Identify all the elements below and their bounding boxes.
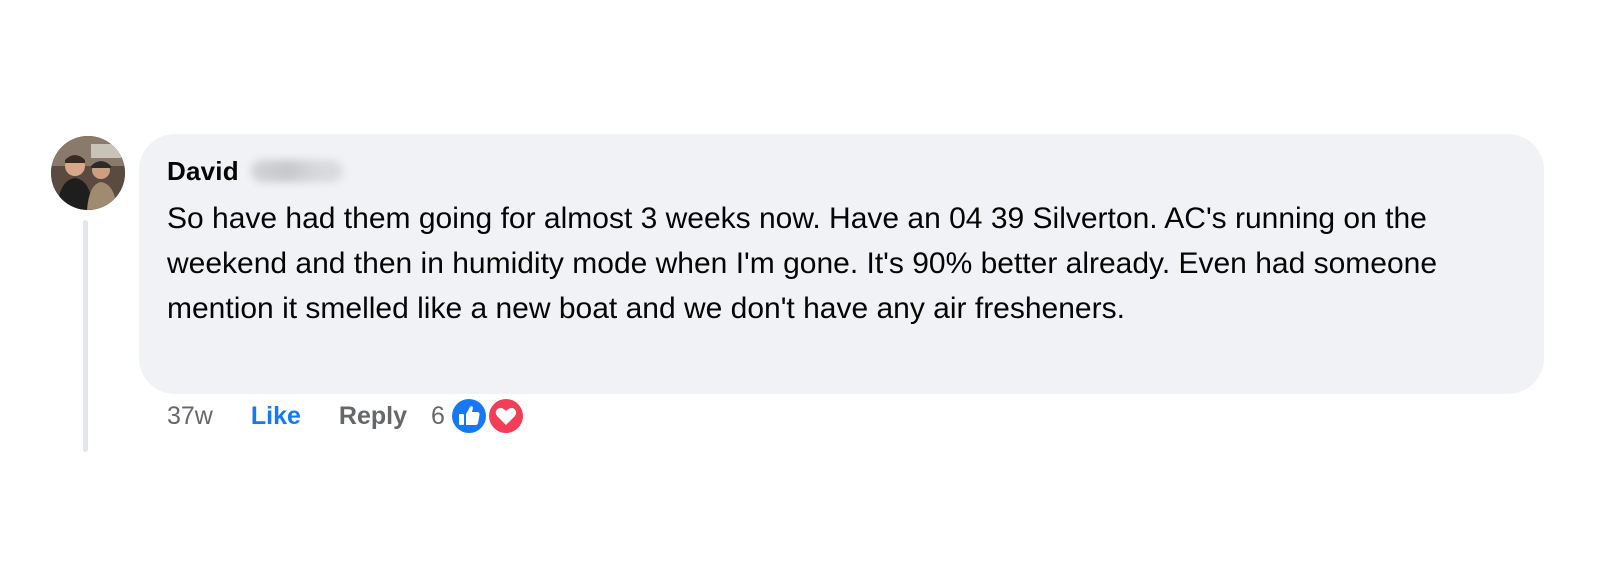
love-icon xyxy=(486,397,525,435)
comment-actions: 37w Like Reply 6 xyxy=(167,396,529,436)
reaction-icons[interactable] xyxy=(449,396,529,436)
comment-timestamp[interactable]: 37w xyxy=(167,402,213,431)
comment-bubble: David So have had them going for almost … xyxy=(139,134,1544,394)
comment-author: David xyxy=(167,154,1514,188)
reaction-count[interactable]: 6 xyxy=(431,402,445,431)
avatar[interactable] xyxy=(51,136,125,210)
like-icon xyxy=(449,397,488,435)
author-surname-redacted xyxy=(250,160,343,182)
profile-photo-icon xyxy=(51,136,125,210)
thread-line xyxy=(83,220,88,452)
like-button[interactable]: Like xyxy=(251,402,301,431)
comment-text: So have had them going for almost 3 week… xyxy=(167,202,1438,325)
reply-button[interactable]: Reply xyxy=(339,402,407,431)
author-name[interactable]: David xyxy=(167,156,239,187)
comment-container: David So have had them going for almost … xyxy=(0,0,1600,576)
